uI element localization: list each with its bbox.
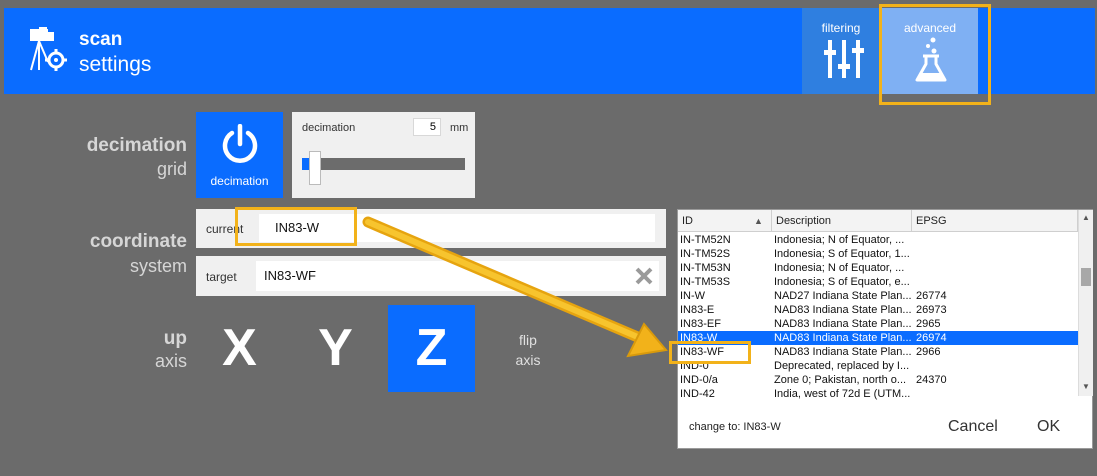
row-id-cell: IN-TM52S bbox=[680, 248, 731, 260]
row-id-cell: IN83-WF bbox=[680, 346, 724, 358]
row-description-cell: NAD27 Indiana State Plan... bbox=[774, 290, 912, 302]
ok-button[interactable]: OK bbox=[1037, 418, 1060, 436]
row-epsg-cell: 24370 bbox=[916, 374, 947, 386]
scan-settings-icon bbox=[30, 27, 67, 71]
column-header-id[interactable]: ID ▲ bbox=[678, 210, 772, 232]
list-row[interactable]: IN-TM52N Indonesia; N of Equator, ... bbox=[678, 233, 1078, 247]
decimation-heading: decimation bbox=[86, 135, 187, 156]
row-description-cell: Deprecated, replaced by I... bbox=[774, 360, 910, 372]
row-description-cell: NAD83 Indiana State Plan... bbox=[774, 332, 912, 344]
list-row[interactable]: IN83-WF NAD83 Indiana State Plan... 2966 bbox=[678, 345, 1078, 359]
list-scrollbar[interactable]: ▲ ▼ bbox=[1078, 210, 1093, 396]
coordinate-heading: coordinate bbox=[89, 231, 187, 252]
row-description-cell: India, west of 72d E (UTM... bbox=[774, 388, 911, 400]
coordinate-system-dialog: ID ▲ Description EPSG IN-TM52N Indonesia;… bbox=[677, 209, 1093, 449]
row-id-cell: IN-TM52N bbox=[680, 234, 731, 246]
row-epsg-cell: 26973 bbox=[916, 304, 947, 316]
list-row[interactable]: IN-TM53S Indonesia; S of Equator, e... bbox=[678, 275, 1078, 289]
row-id-cell: IND-0 bbox=[680, 360, 709, 372]
list-row[interactable]: IN-TM52S Indonesia; S of Equator, 1... bbox=[678, 247, 1078, 261]
app-title: scan bbox=[79, 29, 123, 50]
change-to-text: change to: IN83-W bbox=[689, 421, 781, 433]
sort-up-icon: ▲ bbox=[754, 216, 763, 226]
decimation-value-input[interactable]: 5 bbox=[413, 118, 441, 136]
coordinate-subheading: system bbox=[129, 256, 187, 276]
tab-filtering-label: filtering bbox=[821, 21, 861, 35]
list-row[interactable]: IND-0/a Zone 0; Pakistan, north o... 24370 bbox=[678, 373, 1078, 387]
list-row[interactable]: IND-0 Deprecated, replaced by I... bbox=[678, 359, 1078, 373]
axis-subheading: axis bbox=[154, 351, 187, 371]
row-description-cell: Zone 0; Pakistan, north o... bbox=[774, 374, 907, 386]
decimation-subheading: grid bbox=[156, 159, 187, 179]
list-row[interactable]: IN83-EF NAD83 Indiana State Plan... 2965 bbox=[678, 317, 1078, 331]
power-icon bbox=[222, 124, 258, 163]
flask-icon bbox=[915, 37, 947, 82]
list-row[interactable]: IN83-W NAD83 Indiana State Plan... 26974 bbox=[678, 331, 1078, 345]
row-description-cell: Indonesia; S of Equator, e... bbox=[774, 276, 910, 288]
decimation-slider-thumb[interactable] bbox=[309, 151, 321, 185]
row-id-cell: IND-42 bbox=[680, 388, 715, 400]
row-id-cell: IN-TM53N bbox=[680, 262, 731, 274]
current-label: current bbox=[206, 222, 244, 236]
tab-filtering[interactable]: filtering bbox=[802, 8, 880, 94]
decimation-unit: mm bbox=[450, 122, 469, 134]
scroll-up-icon[interactable]: ▲ bbox=[1079, 213, 1093, 222]
row-epsg-cell: 26974 bbox=[916, 332, 947, 344]
decimation-panel: decimation 5 mm bbox=[292, 112, 475, 198]
row-id-cell: IN83-E bbox=[680, 304, 715, 316]
row-id-cell: IN83-W bbox=[680, 332, 718, 344]
decimation-toggle-button[interactable]: decimation bbox=[196, 112, 283, 198]
row-id-cell: IN-TM53S bbox=[680, 276, 731, 288]
scroll-down-icon[interactable]: ▼ bbox=[1079, 382, 1093, 391]
decimation-slider-track[interactable] bbox=[302, 158, 465, 170]
list-row[interactable]: IN-TM53N Indonesia; N of Equator, ... bbox=[678, 261, 1078, 275]
sliders-icon bbox=[824, 40, 864, 78]
row-description-cell: Indonesia; N of Equator, ... bbox=[774, 234, 905, 246]
list-row[interactable]: IND-42 India, west of 72d E (UTM... bbox=[678, 387, 1078, 401]
row-epsg-cell: 2965 bbox=[916, 318, 941, 330]
row-epsg-cell: 2966 bbox=[916, 346, 941, 358]
axis-x-button[interactable]: X bbox=[196, 305, 283, 392]
tab-advanced[interactable]: advanced bbox=[882, 8, 978, 94]
row-id-cell: IN83-EF bbox=[680, 318, 721, 330]
row-description-cell: NAD83 Indiana State Plan... bbox=[774, 304, 912, 316]
cancel-button[interactable]: Cancel bbox=[948, 418, 998, 436]
row-description-cell: NAD83 Indiana State Plan... bbox=[774, 318, 912, 330]
row-epsg-cell: 26774 bbox=[916, 290, 947, 302]
list-row[interactable]: IN-W NAD27 Indiana State Plan... 26774 bbox=[678, 289, 1078, 303]
app-subtitle: settings bbox=[79, 53, 152, 76]
row-description-cell: Indonesia; N of Equator, ... bbox=[774, 262, 905, 274]
row-description-cell: NAD83 Indiana State Plan... bbox=[774, 346, 912, 358]
decimation-button-label: decimation bbox=[210, 174, 269, 188]
row-id-cell: IN-W bbox=[680, 290, 706, 302]
axis-heading: up bbox=[163, 328, 187, 349]
decimation-panel-label: decimation bbox=[302, 122, 356, 134]
row-id-cell: IND-0/a bbox=[680, 374, 718, 386]
column-header-description[interactable]: Description bbox=[772, 210, 912, 232]
scrollbar-thumb[interactable] bbox=[1081, 268, 1091, 286]
column-header-epsg[interactable]: EPSG bbox=[912, 210, 1078, 232]
target-label: target bbox=[206, 270, 237, 284]
list-row[interactable]: IN83-E NAD83 Indiana State Plan... 26973 bbox=[678, 303, 1078, 317]
tab-advanced-label: advanced bbox=[903, 21, 957, 35]
row-description-cell: Indonesia; S of Equator, 1... bbox=[774, 248, 910, 260]
decimation-slider-fill bbox=[302, 158, 309, 170]
annotation-arrow bbox=[362, 216, 668, 358]
